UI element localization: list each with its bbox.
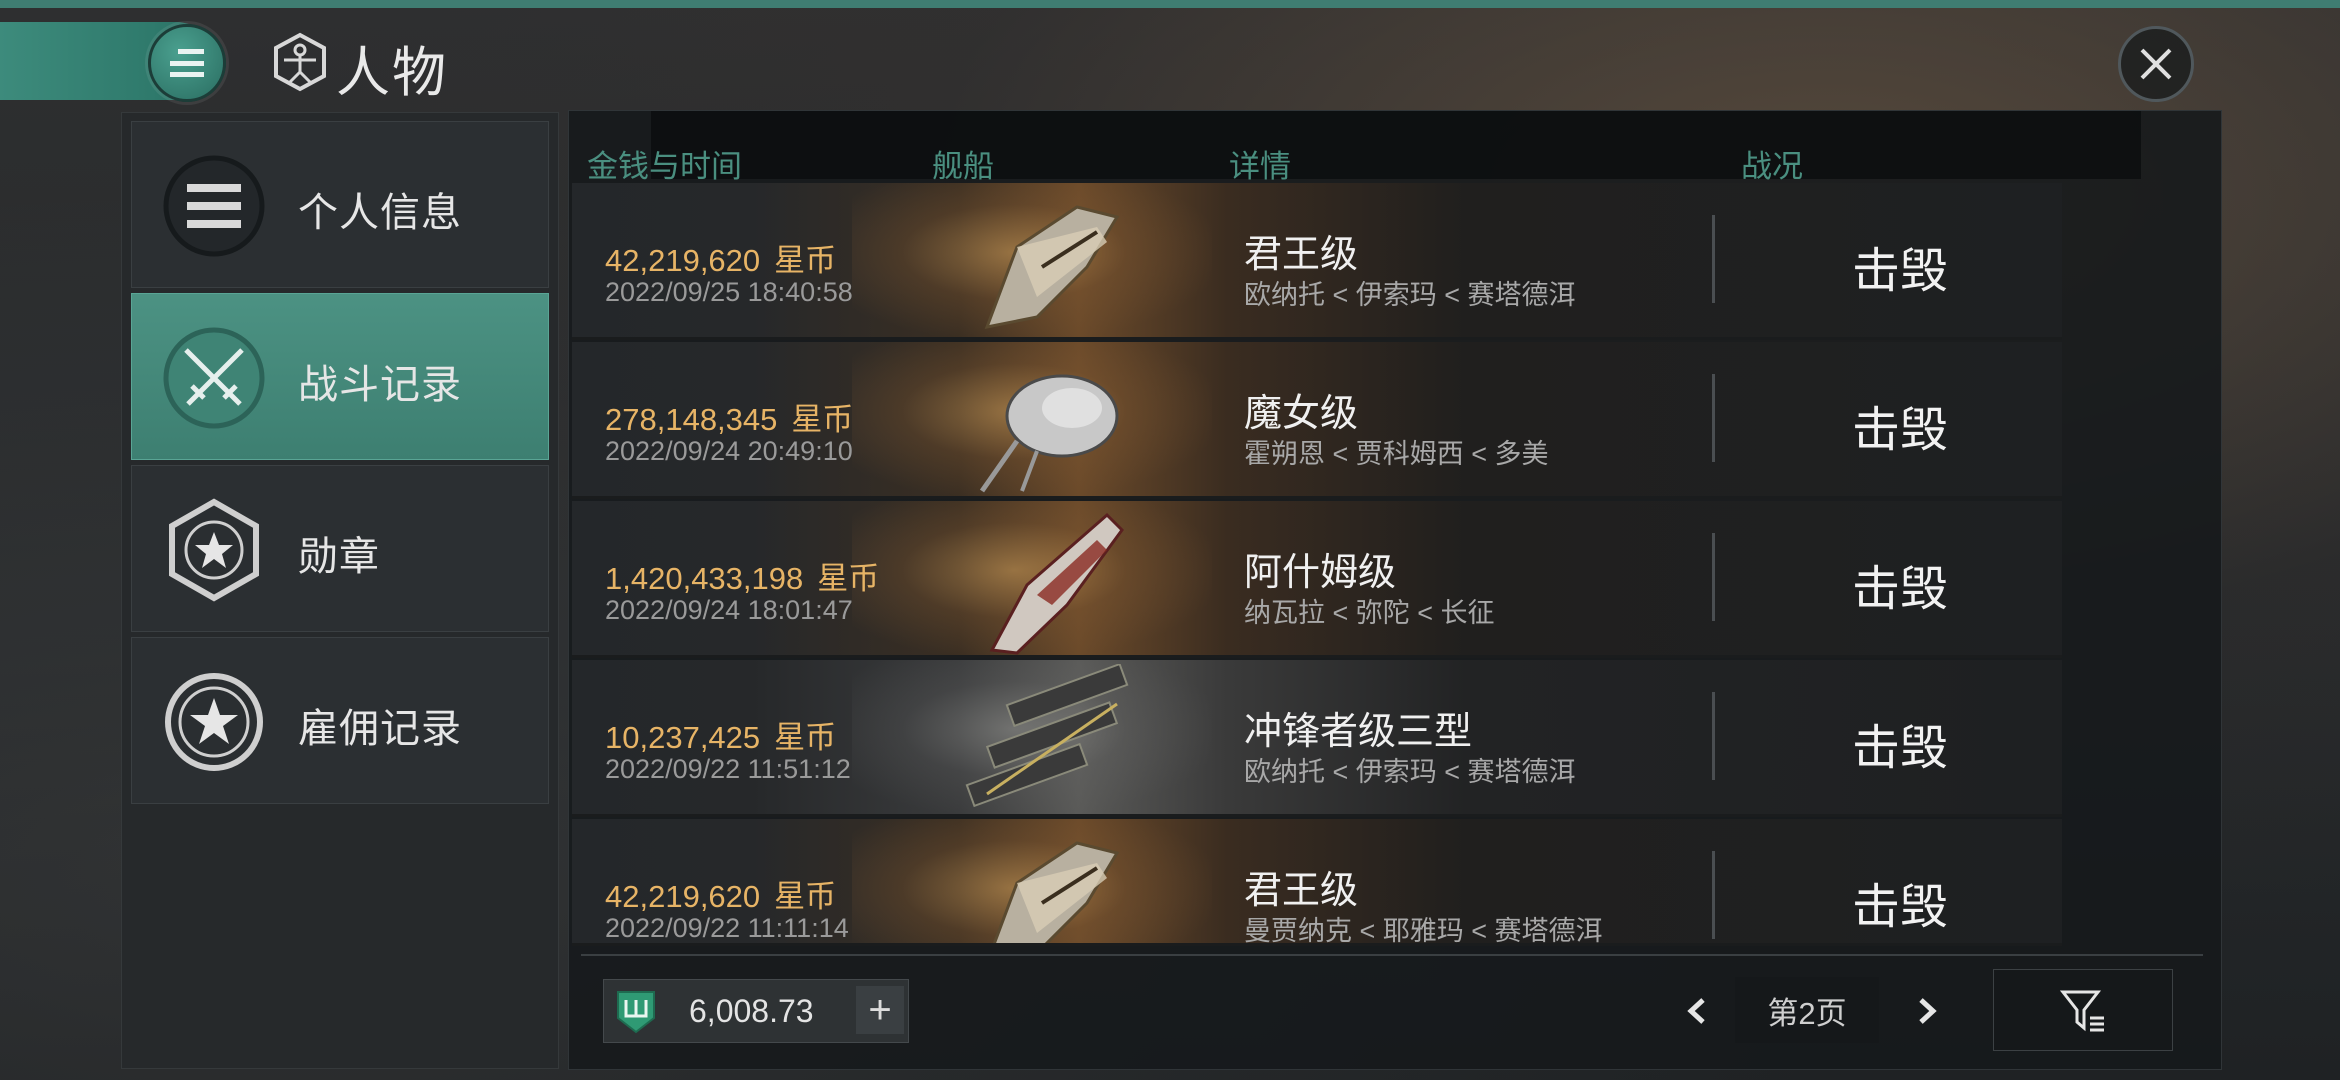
- divider: [1712, 215, 1715, 303]
- footer-divider: [581, 954, 2203, 956]
- close-icon: [2140, 48, 2172, 80]
- location-route: 纳瓦拉 < 弥陀 < 长征: [1244, 598, 1495, 628]
- add-currency-button[interactable]: +: [856, 986, 904, 1034]
- ship-type: 冲锋者级三型: [1244, 711, 1473, 753]
- table-row[interactable]: 42,219,620 星币 2022/09/22 11:11:14 君王级 曼贾纳…: [572, 819, 2062, 946]
- ship-type: 君王级: [1244, 234, 1359, 276]
- wallet-value: 6,008.73: [689, 993, 814, 1029]
- close-button[interactable]: [2118, 26, 2194, 102]
- result-status: 击毁: [1852, 881, 1949, 934]
- ship-type: 君王级: [1244, 870, 1359, 912]
- sidebar-item-label: 雇佣记录: [298, 707, 462, 751]
- table-row[interactable]: 1,420,433,198 星币 2022/09/24 18:01:47 阿什姆级…: [572, 501, 2062, 658]
- ship-image: [965, 664, 1129, 808]
- page-indicator: 第2页: [1735, 977, 1879, 1043]
- location-route: 欧纳托 < 伊索玛 < 赛塔德洱: [1244, 757, 1576, 787]
- sidebar-item-label: 个人信息: [298, 191, 462, 235]
- isk-value: 1,420,433,198 星币: [605, 561, 880, 596]
- menu-button[interactable]: [148, 24, 226, 102]
- timestamp: 2022/09/24 20:49:10: [605, 436, 853, 466]
- sidebar-item-label: 勋章: [298, 535, 380, 579]
- isk-value: 278,148,345 星币: [605, 402, 854, 437]
- sidebar-item-hire-record[interactable]: 雇佣记录: [131, 637, 549, 804]
- star-circle-icon: [165, 673, 263, 771]
- crossed-swords-icon: [163, 327, 265, 429]
- previous-page-button[interactable]: [1677, 991, 1717, 1031]
- page-title: 人物: [336, 43, 448, 103]
- location-route: 曼贾纳克 < 耶雅玛 < 赛塔德洱: [1244, 916, 1603, 946]
- menu-icon: [170, 49, 204, 77]
- location-route: 欧纳托 < 伊索玛 < 赛塔德洱: [1244, 280, 1576, 310]
- wallet-balance: 6,008.73 +: [603, 979, 909, 1043]
- timestamp: 2022/09/24 18:01:47: [605, 595, 853, 625]
- divider: [1712, 851, 1715, 939]
- ship-image: [984, 205, 1120, 330]
- sidebar-item-personal-info[interactable]: 个人信息: [131, 121, 549, 288]
- next-page-button[interactable]: [1907, 991, 1947, 1031]
- ship-image: [979, 374, 1119, 493]
- character-icon: [274, 32, 326, 92]
- list-icon: [163, 155, 265, 257]
- table-row[interactable]: 278,148,345 星币 2022/09/24 20:49:10 魔女级 霍朔…: [572, 342, 2062, 499]
- sidebar-item-label: 战斗记录: [298, 363, 462, 407]
- divider: [1712, 533, 1715, 621]
- sidebar-item-battle-record[interactable]: 战斗记录: [131, 293, 549, 460]
- ship-image: [989, 512, 1124, 655]
- result-status: 击毁: [1852, 404, 1949, 457]
- result-status: 击毁: [1852, 245, 1949, 298]
- ship-type: 魔女级: [1244, 393, 1359, 435]
- star-hexagon-icon: [169, 498, 259, 602]
- result-status: 击毁: [1852, 722, 1949, 775]
- divider: [1712, 374, 1715, 462]
- timestamp: 2022/09/22 11:11:14: [605, 913, 849, 943]
- top-accent-line: [0, 0, 2340, 8]
- isk-value: 42,219,620 星币: [605, 243, 837, 278]
- sidebar-item-medals[interactable]: 勋章: [131, 465, 549, 632]
- chevron-left-icon: [1687, 998, 1705, 1024]
- location-route: 霍朔恩 < 贾科姆西 < 多美: [1244, 439, 1549, 469]
- table-row[interactable]: 42,219,620 星币 2022/09/25 18:40:58 君王级 欧纳托…: [572, 183, 2062, 340]
- ship-type: 阿什姆级: [1244, 552, 1397, 594]
- divider: [1712, 692, 1715, 780]
- filter-button[interactable]: [1993, 969, 2173, 1051]
- table-row[interactable]: 10,237,425 星币 2022/09/22 11:51:12 冲锋者级三型 …: [572, 660, 2062, 817]
- ship-image: [992, 841, 1120, 943]
- plex-icon: [617, 991, 655, 1034]
- result-status: 击毁: [1852, 563, 1949, 616]
- chevron-right-icon: [1919, 998, 1937, 1024]
- isk-value: 42,219,620 星币: [605, 879, 837, 914]
- isk-value: 10,237,425 星币: [605, 720, 837, 755]
- table-header-bar: [651, 111, 2141, 179]
- filter-icon: [2060, 990, 2104, 1032]
- sidebar: 个人信息 战斗记录 勋章 雇佣记录: [121, 112, 559, 1069]
- timestamp: 2022/09/22 11:51:12: [605, 754, 851, 784]
- timestamp: 2022/09/25 18:40:58: [605, 277, 853, 307]
- battle-record-panel: 金钱与时间 舰船 详情 战况 42,219,620 星币 2022/09/25 1…: [568, 110, 2222, 1070]
